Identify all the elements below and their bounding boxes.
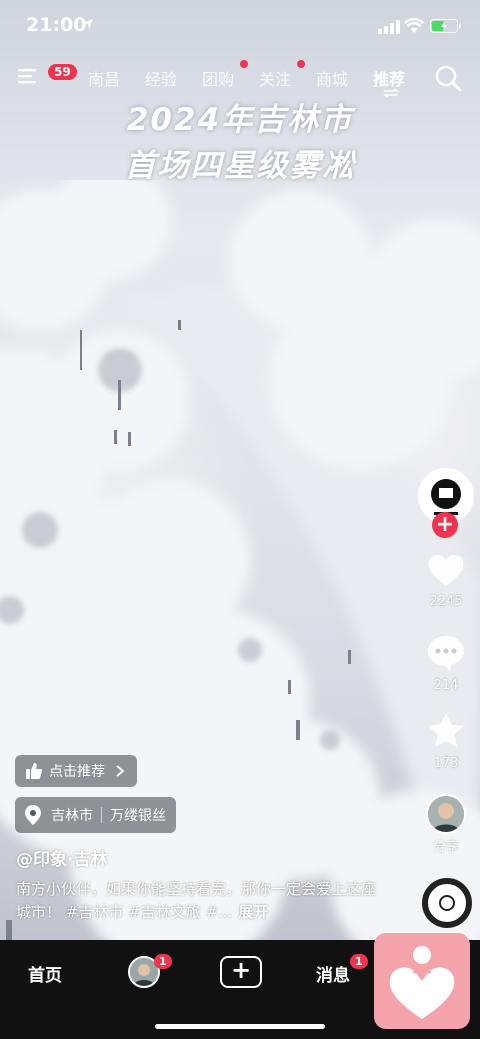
author-name[interactable]: @印象·吉林 [16, 845, 107, 870]
tab-following[interactable]: 关注 [259, 66, 291, 90]
tab-experience[interactable]: 经验 [145, 66, 177, 90]
comment-button[interactable]: 214 [418, 634, 474, 693]
star-icon [428, 713, 464, 747]
music-disc-logo-icon [429, 885, 465, 921]
location-pin-icon [25, 805, 41, 825]
music-disc[interactable] [422, 878, 472, 928]
nav-home[interactable]: 首页 [28, 961, 62, 986]
thumbs-up-icon [26, 763, 43, 779]
comment-count: 214 [433, 678, 459, 693]
recommend-pill[interactable]: 点击推荐 [15, 755, 137, 787]
person-avatar-icon [428, 796, 464, 832]
share-avatar [426, 794, 466, 834]
heart-icon [428, 554, 464, 586]
like-count: 2245 [429, 594, 463, 609]
expand-link[interactable]: 展开 [238, 903, 268, 921]
cellular-signal-icon [378, 20, 400, 34]
home-indicator [155, 1024, 325, 1029]
nav-messages[interactable]: 消息 [316, 961, 350, 986]
floating-heart-widget[interactable] [374, 933, 470, 1029]
video-caption: 南方小伙伴，如果你能坚持看完，那你一定会爱上这座城市！ #吉林市 #吉林文旅 #… [16, 878, 376, 924]
search-icon[interactable] [434, 64, 462, 92]
tab-group-buy[interactable]: 团购 [202, 66, 234, 90]
recommend-label: 点击推荐 [49, 764, 105, 780]
location-pill[interactable]: 吉林市 万缕银丝 [15, 797, 176, 833]
wifi-icon [404, 18, 424, 33]
following-dot [297, 60, 305, 68]
tab-recommend[interactable]: 推荐 [373, 66, 405, 90]
video-title-line1: 2024年吉林市 [126, 102, 354, 138]
group-buy-dot [240, 60, 248, 68]
video-title-line2: 首场四星级雾凇 [124, 148, 356, 184]
status-bar: 21:00 [0, 0, 480, 50]
share-label: 分享 [432, 840, 459, 855]
chevron-right-icon [116, 765, 125, 777]
location-tag: 万缕银丝 [110, 808, 166, 824]
location-arrow-icon [83, 19, 93, 29]
hamburger-menu-icon [18, 69, 36, 84]
create-button[interactable]: + [220, 956, 262, 988]
battery-charging-icon [430, 19, 461, 33]
caption-text: 南方小伙伴，如果你能坚持看完，那你一定会爱上这座城市！ #吉林市 #吉林文旅 #… [16, 880, 377, 921]
favorite-count: 173 [433, 756, 459, 771]
menu-badge: 59 [48, 64, 77, 80]
location-name: 吉林市 [51, 808, 93, 824]
heart-person-icon [389, 946, 455, 1019]
messages-badge: 1 [350, 954, 368, 969]
favorite-button[interactable]: 173 [418, 712, 474, 771]
top-nav: 59 南昌 经验 团购 关注 商城 推荐 [0, 58, 480, 98]
friends-badge: 1 [154, 954, 172, 969]
tab-nanchang[interactable]: 南昌 [88, 66, 120, 90]
comment-bubble-icon [428, 636, 464, 671]
location-divider [101, 807, 102, 823]
like-button[interactable]: 2245 [418, 552, 474, 609]
tab-mall[interactable]: 商城 [316, 66, 348, 90]
status-time: 21:00 [26, 14, 87, 36]
menu-button[interactable]: 59 [18, 64, 77, 90]
follow-button[interactable]: + [432, 512, 458, 538]
share-button[interactable]: 分享 [418, 794, 474, 855]
